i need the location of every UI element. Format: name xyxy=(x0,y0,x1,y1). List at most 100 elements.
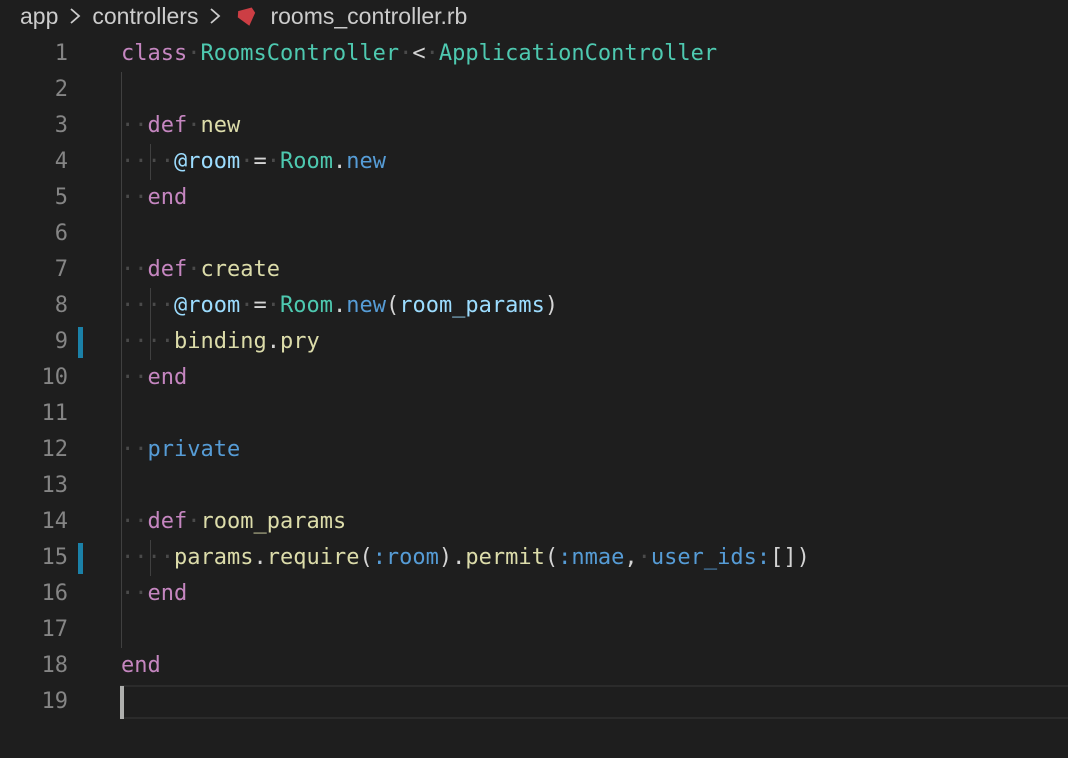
code-token: ( xyxy=(359,545,373,570)
code-token: new xyxy=(200,113,241,138)
chevron-right-icon xyxy=(207,6,223,26)
code-line[interactable]: 13 xyxy=(0,468,1068,504)
line-number: 17 xyxy=(41,617,69,642)
whitespace-marker: · xyxy=(266,293,280,318)
code-text[interactable]: ··end xyxy=(121,180,187,216)
breadcrumb-item-file[interactable]: rooms_controller.rb xyxy=(270,3,467,30)
line-number: 3 xyxy=(54,113,68,138)
whitespace-marker: · xyxy=(266,149,280,174)
line-number: 8 xyxy=(54,293,68,318)
code-editor[interactable]: app controllers rooms_controller.rb 1 cla… xyxy=(0,0,1068,758)
code-line[interactable]: 8 ····@room·=·Room.new(room_params) xyxy=(0,288,1068,324)
whitespace-marker: · xyxy=(637,545,651,570)
whitespace-marker: ·· xyxy=(121,113,148,138)
whitespace-marker: ·· xyxy=(121,185,148,210)
line-number: 18 xyxy=(41,653,69,678)
whitespace-marker: · xyxy=(399,41,413,66)
breadcrumb: app controllers rooms_controller.rb xyxy=(0,0,1068,32)
whitespace-marker: · xyxy=(240,149,254,174)
code-line[interactable]: 4 ····@room·=·Room.new xyxy=(0,144,1068,180)
code-line[interactable]: 5 ··end xyxy=(0,180,1068,216)
line-number: 13 xyxy=(41,473,69,498)
code-token: def xyxy=(147,113,188,138)
code-token: @room xyxy=(173,149,241,174)
code-line[interactable]: 12 ··private xyxy=(0,432,1068,468)
whitespace-marker: ·· xyxy=(121,509,148,534)
line-number: 19 xyxy=(41,689,69,714)
code-text[interactable]: ··def·room_params xyxy=(121,504,346,540)
code-line[interactable]: 18 end xyxy=(0,648,1068,684)
breadcrumb-item-app[interactable]: app xyxy=(20,3,58,30)
code-token: room_params xyxy=(399,293,545,318)
code-token: private xyxy=(147,437,241,462)
indent-guide xyxy=(150,288,151,360)
code-text[interactable]: class·RoomsController·<·ApplicationContr… xyxy=(121,36,717,72)
whitespace-marker: · xyxy=(187,257,201,282)
whitespace-marker: ···· xyxy=(121,293,174,318)
code-token: , xyxy=(624,545,638,570)
code-text[interactable]: ····@room·=·Room.new xyxy=(121,144,386,180)
code-line[interactable]: 2 xyxy=(0,72,1068,108)
code-text[interactable]: ····params.require(:room).permit(:nmae,·… xyxy=(121,540,810,576)
code-line[interactable]: 6 xyxy=(0,216,1068,252)
line-number: 9 xyxy=(54,329,68,354)
code-token: require xyxy=(266,545,360,570)
line-number: 5 xyxy=(54,185,68,210)
code-line[interactable]: 16 ··end xyxy=(0,576,1068,612)
code-token: Room xyxy=(279,293,333,318)
code-line[interactable]: 14 ··def·room_params xyxy=(0,504,1068,540)
code-token: ( xyxy=(385,293,400,318)
code-token: user_ids: xyxy=(650,545,771,570)
ruby-gem-icon xyxy=(236,6,258,26)
line-number: 10 xyxy=(41,365,69,390)
code-token: ( xyxy=(544,545,559,570)
code-token: . xyxy=(332,149,347,174)
code-line[interactable]: 15 ····params.require(:room).permit(:nmae… xyxy=(0,540,1068,576)
code-text[interactable]: ····@room·=·Room.new(room_params) xyxy=(121,288,558,324)
line-number: 11 xyxy=(41,401,69,426)
code-token: @room xyxy=(173,293,241,318)
whitespace-marker: ·· xyxy=(121,365,148,390)
code-token: ). xyxy=(438,545,466,570)
code-token: new xyxy=(346,149,386,174)
code-line[interactable]: 10 ··end xyxy=(0,360,1068,396)
code-token: room_params xyxy=(200,509,347,534)
code-token: = xyxy=(253,293,267,318)
code-line[interactable]: 1 class·RoomsController·<·ApplicationCont… xyxy=(0,36,1068,72)
indent-guide xyxy=(121,72,122,648)
code-line[interactable]: 11 xyxy=(0,396,1068,432)
code-token: create xyxy=(200,257,280,282)
code-token: . xyxy=(332,293,347,318)
indent-guide xyxy=(150,540,151,576)
whitespace-marker: ···· xyxy=(121,545,174,570)
code-token: :nmae xyxy=(558,545,625,570)
gutter-change-marker[interactable] xyxy=(78,543,83,574)
code-token: < xyxy=(412,41,426,66)
code-text[interactable]: end xyxy=(121,648,161,684)
code-text[interactable]: ··end xyxy=(121,360,187,396)
code-line[interactable]: 19 xyxy=(0,684,1068,720)
code-line[interactable]: 3 ··def·new xyxy=(0,108,1068,144)
code-token: end xyxy=(147,185,188,210)
code-token: permit xyxy=(465,545,545,570)
code-token: ) xyxy=(544,293,559,318)
code-text[interactable]: ··end xyxy=(121,576,187,612)
code-line[interactable]: 7 ··def·create xyxy=(0,252,1068,288)
code-token: . xyxy=(253,545,267,570)
code-lines[interactable]: 1 class·RoomsController·<·ApplicationCont… xyxy=(0,36,1068,720)
code-text[interactable]: ··def·new xyxy=(121,108,240,144)
code-text[interactable]: ··def·create xyxy=(121,252,280,288)
breadcrumb-item-controllers[interactable]: controllers xyxy=(92,3,198,30)
line-number: 2 xyxy=(54,77,68,102)
code-text[interactable]: ··private xyxy=(121,432,240,468)
code-token: binding xyxy=(173,329,267,354)
gutter-change-marker[interactable] xyxy=(78,327,83,358)
code-token: []) xyxy=(770,545,810,570)
code-line[interactable]: 9 ····binding.pry xyxy=(0,324,1068,360)
line-number: 6 xyxy=(54,221,68,246)
code-token: pry xyxy=(279,329,320,354)
code-token: RoomsController xyxy=(200,41,400,66)
code-line[interactable]: 17 xyxy=(0,612,1068,648)
whitespace-marker: · xyxy=(425,41,439,66)
code-token: class xyxy=(121,41,188,66)
